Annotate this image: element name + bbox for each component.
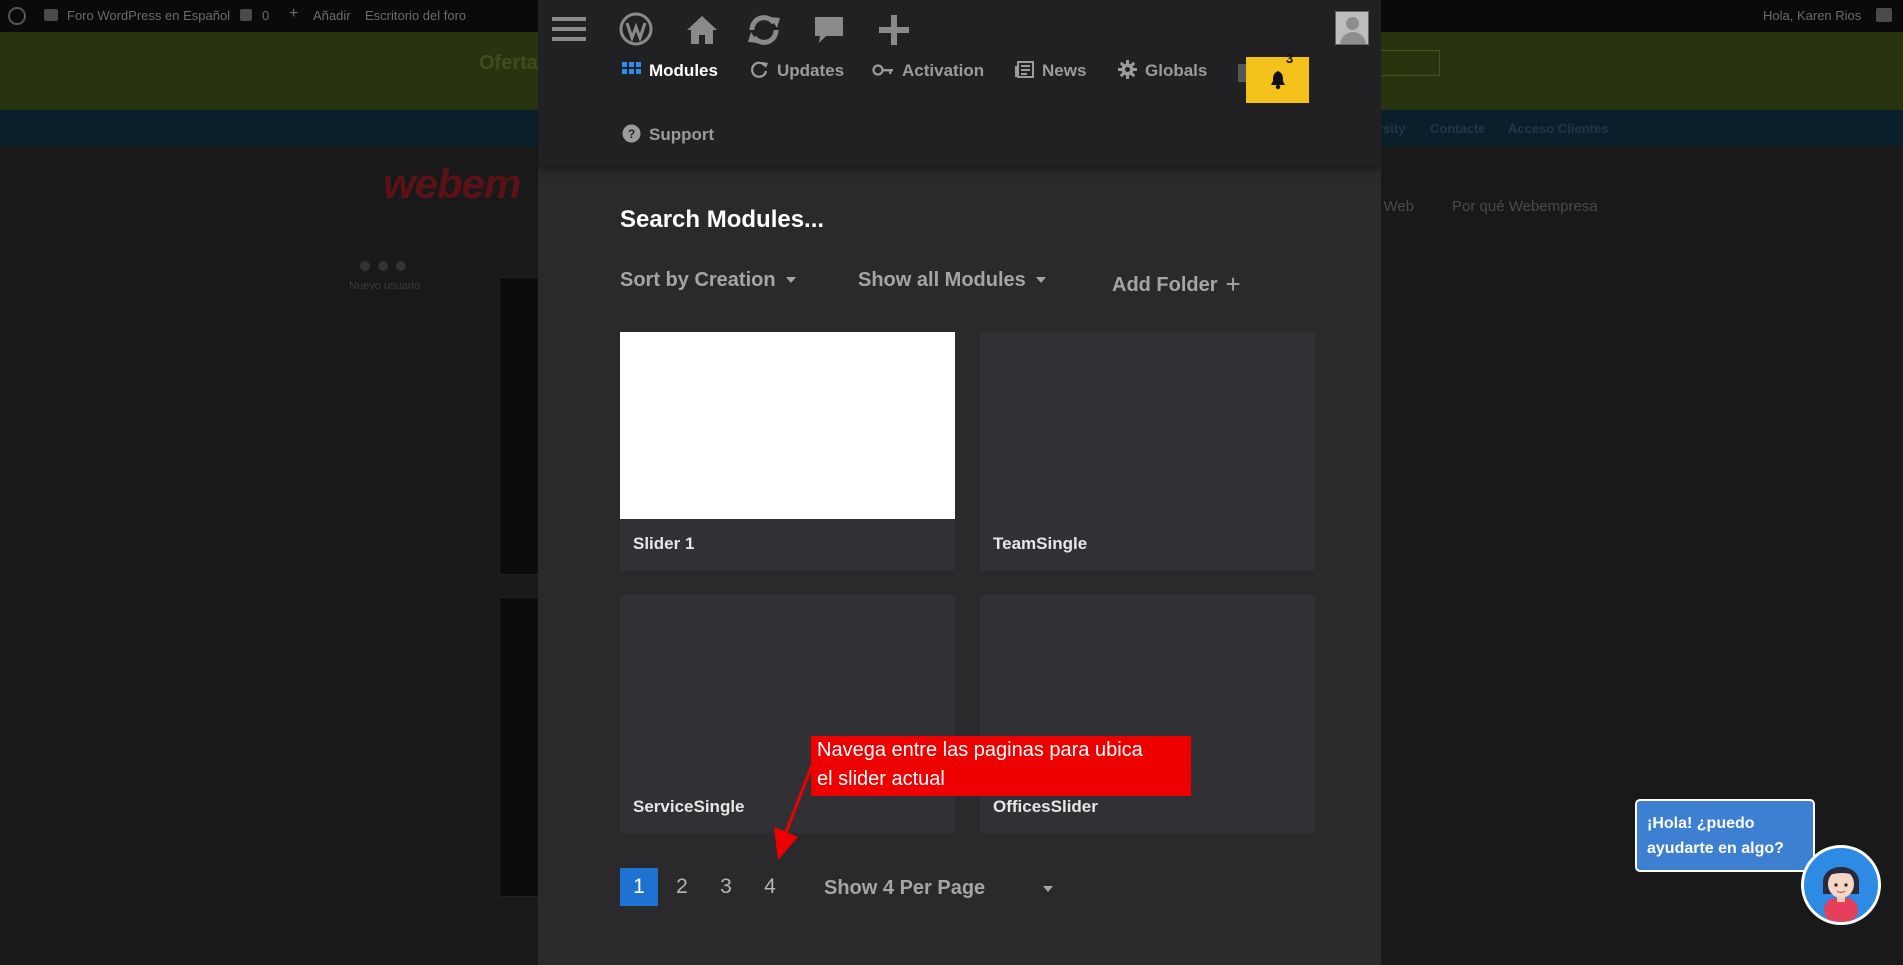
user-avatar-icon[interactable] <box>1876 8 1892 22</box>
promo-text: Oferta <box>479 52 538 74</box>
rss-icon <box>396 261 406 271</box>
home-icon[interactable] <box>684 12 720 48</box>
tab-label: Updates <box>777 61 845 80</box>
filter-dropdown[interactable]: Show all Modules <box>858 269 1046 292</box>
tab-activation[interactable]: Activation <box>872 60 984 81</box>
module-card[interactable]: Slider 1 <box>620 332 955 570</box>
search-modules-input[interactable]: Search Modules... <box>620 206 824 234</box>
tab-label: News <box>1042 61 1087 80</box>
module-name: Slider 1 <box>633 534 695 553</box>
wordpress-icon[interactable] <box>618 12 654 48</box>
grid-icon <box>622 62 641 74</box>
chat-avatar[interactable] <box>1801 845 1881 925</box>
chat-greeting-bubble[interactable]: ¡Hola! ¿puedo ayudarte en algo? <box>1635 799 1815 872</box>
annotation-arrow-icon <box>774 765 814 860</box>
caret-down-icon <box>1035 277 1046 283</box>
new-user-label: Nuevo usuario <box>349 280 420 292</box>
annotation-callout: Navega entre las paginas para ubica el s… <box>811 736 1191 796</box>
key-icon <box>872 64 893 76</box>
module-card[interactable]: OfficesSlider <box>980 595 1315 833</box>
newspaper-icon <box>1015 61 1034 78</box>
plus-icon: + <box>1225 269 1241 299</box>
hamburger-menu-icon[interactable] <box>550 12 588 46</box>
module-name: TeamSingle <box>993 534 1088 553</box>
adminbar-add-new[interactable]: Añadir <box>313 8 351 23</box>
user-avatar[interactable] <box>1335 11 1369 45</box>
module-thumbnail <box>620 332 955 519</box>
filter-label: Show all Modules <box>858 269 1026 291</box>
user-icon <box>360 261 370 271</box>
plus-icon: + <box>289 5 299 22</box>
group-icon <box>378 261 388 271</box>
notifications-button[interactable]: 3 <box>1246 51 1309 103</box>
wordpress-logo-icon[interactable] <box>8 7 26 25</box>
modal-header: Modules Updates Activation News Globals <box>538 0 1381 166</box>
adminbar-greeting[interactable]: Hola, Karen Rios <box>1763 8 1861 23</box>
tab-label: Globals <box>1145 61 1208 80</box>
page-button[interactable]: 3 <box>707 868 745 906</box>
plus-icon[interactable] <box>876 12 912 48</box>
question-icon: ? <box>622 124 641 143</box>
tab-label: Modules <box>649 61 718 80</box>
notification-count: 3 <box>1286 51 1294 66</box>
top-nav-link[interactable]: Contacte <box>1430 121 1486 136</box>
module-card[interactable]: TeamSingle <box>980 332 1315 570</box>
sync-icon[interactable] <box>744 12 784 48</box>
comment-icon <box>240 9 252 21</box>
tab-support[interactable]: ? Support <box>622 124 714 145</box>
tab-news[interactable]: News <box>1015 60 1086 81</box>
top-nav-link[interactable]: Acceso Clientes <box>1508 121 1608 136</box>
support-agent-icon <box>1823 867 1859 922</box>
site-logo[interactable]: webem <box>383 160 521 208</box>
adminbar-comments-count[interactable]: 0 <box>262 8 269 23</box>
tab-label: Activation <box>902 61 985 80</box>
svg-text:?: ? <box>628 127 635 141</box>
comment-icon[interactable] <box>812 12 846 48</box>
add-folder-label: Add Folder <box>1112 274 1218 296</box>
page-button[interactable]: 4 <box>751 868 789 906</box>
gear-icon <box>1118 60 1137 79</box>
tab-updates[interactable]: Updates <box>750 60 844 81</box>
slider-revolution-modal: Modules Updates Activation News Globals <box>538 0 1381 965</box>
tab-modules[interactable]: Modules <box>622 60 718 81</box>
module-thumbnail <box>980 332 1315 519</box>
refresh-icon <box>751 61 768 78</box>
tab-globals[interactable]: Globals <box>1118 60 1207 81</box>
caret-down-icon[interactable] <box>1043 886 1053 892</box>
add-folder-button[interactable]: Add Folder + <box>1112 269 1241 300</box>
module-name: OfficesSlider <box>993 797 1098 816</box>
adminbar-site-name[interactable]: Foro WordPress en Español <box>67 8 230 23</box>
per-page-select[interactable]: Show 4 Per Page <box>824 877 985 900</box>
page-button[interactable]: 1 <box>620 868 658 906</box>
bell-icon <box>1271 71 1285 90</box>
sort-dropdown[interactable]: Sort by Creation <box>620 269 796 292</box>
module-name: ServiceSingle <box>633 797 745 816</box>
header-link[interactable]: Por qué Webempresa <box>1452 198 1598 215</box>
home-icon <box>44 9 58 21</box>
tab-label: Support <box>649 125 715 144</box>
caret-down-icon <box>785 277 796 283</box>
top-nav-link[interactable]: rsity <box>1378 121 1405 136</box>
page-button[interactable]: 2 <box>663 868 701 906</box>
adminbar-dashboard[interactable]: Escritorio del foro <box>365 8 466 23</box>
sort-label: Sort by Creation <box>620 269 776 291</box>
